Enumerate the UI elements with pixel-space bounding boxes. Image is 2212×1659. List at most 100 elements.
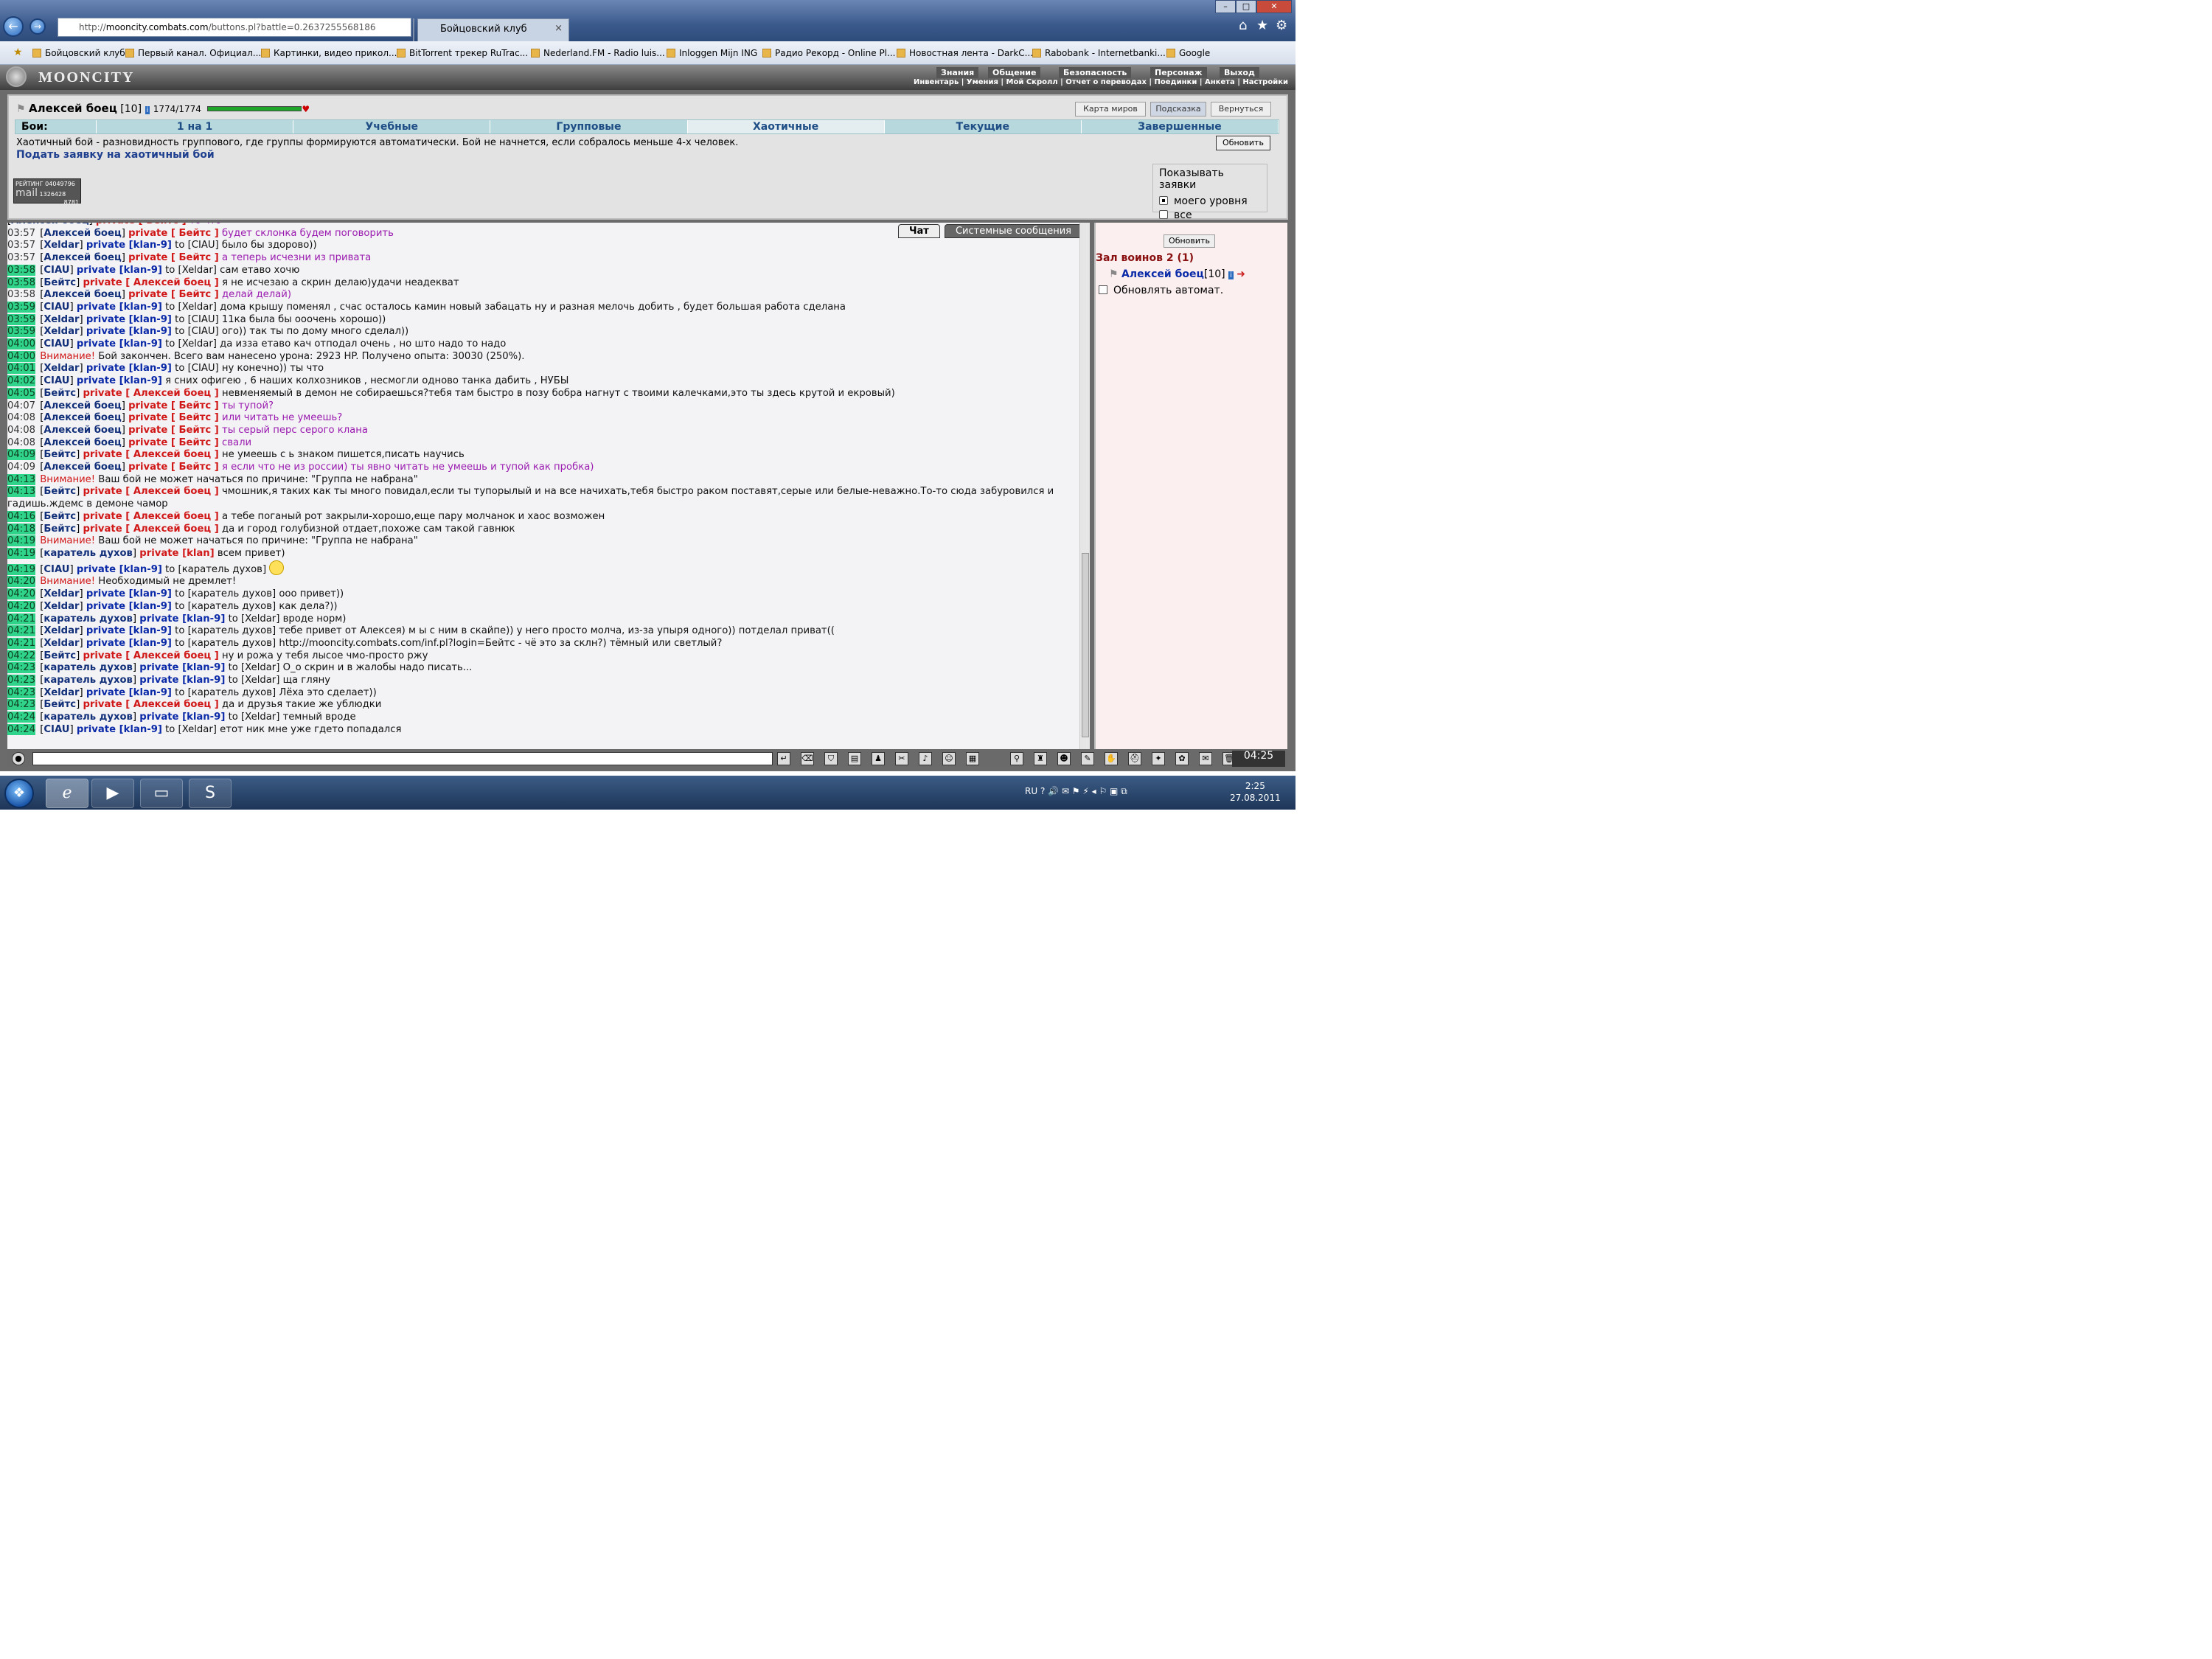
apply-chaotic-link[interactable]: Подать заявку на хаотичный бой (16, 149, 215, 161)
chat-timestamp[interactable]: 04:13 (7, 486, 36, 498)
chat-private-tag[interactable]: private [ Бейтс ] (128, 289, 219, 300)
chat-recipient[interactable]: to [каратель духов] (175, 588, 276, 599)
mask-icon[interactable]: ☻ (1057, 752, 1071, 765)
chat-timestamp[interactable]: 04:23 (7, 662, 36, 674)
chat-recipient[interactable]: to [каратель духов] (175, 638, 276, 649)
chat-private-tag[interactable]: private [klan-9] (86, 326, 172, 337)
chat-mode-icon[interactable]: ● (12, 752, 25, 765)
menu-knowledge[interactable]: Знания (936, 67, 979, 78)
chat-timestamp[interactable]: 03:59 (7, 313, 36, 325)
submenu[interactable]: Инвентарь | Умения | Мой Скролл | Отчет … (914, 78, 1288, 86)
chat-recipient[interactable]: to [CIAU] (175, 314, 219, 325)
chat-timestamp[interactable]: 04:21 (7, 613, 36, 625)
refresh-button[interactable]: Обновить (1216, 136, 1270, 150)
maximize-button[interactable]: □ (1236, 0, 1256, 13)
chat-timestamp[interactable]: 04:13 (7, 473, 36, 485)
chat-author[interactable]: Xeldar (44, 240, 79, 251)
chat-author[interactable]: каратель духов (44, 675, 133, 686)
chat-bubble-icon[interactable]: ✉ (1199, 752, 1212, 765)
chat-recipient[interactable]: to [Xeldar] (165, 338, 217, 349)
chat-recipient[interactable]: to [Xeldar] (165, 724, 217, 735)
chat-private-tag[interactable]: private [ Бейтс ] (128, 412, 219, 423)
chat-timestamp[interactable]: 03:58 (7, 289, 35, 300)
chat-private-tag[interactable]: private [ Алексей боец ] (83, 699, 218, 710)
tab-1[interactable] (413, 18, 414, 41)
chat-author[interactable]: Xeldar (44, 601, 79, 612)
helmet-icon[interactable]: ⛑ (1128, 752, 1141, 765)
option-all[interactable]: все (1159, 209, 1261, 221)
chat-author[interactable]: Xeldar (44, 625, 79, 636)
chat-author[interactable]: CIAU (44, 724, 69, 735)
chat-author[interactable]: каратель духов (44, 712, 133, 723)
chat-timestamp[interactable]: 03:57 (7, 252, 35, 263)
chat-timestamp[interactable]: 04:19 (7, 547, 36, 559)
chat-input[interactable] (32, 752, 773, 765)
language-indicator[interactable]: RU (1025, 786, 1037, 796)
tab-training[interactable]: Учебные (293, 120, 491, 133)
chat-timestamp[interactable]: 03:57 (7, 228, 35, 239)
menu-communication[interactable]: Общение (988, 67, 1041, 78)
chat-author[interactable]: CIAU (44, 302, 69, 313)
chat-author[interactable]: Алексей боец (44, 412, 121, 423)
chat-author[interactable]: Xeldar (44, 588, 79, 599)
chat-author[interactable]: Xeldar (44, 638, 79, 649)
chat-timestamp[interactable]: 04:09 (7, 462, 35, 473)
chat-recipient[interactable]: to [Xeldar] (229, 712, 280, 723)
chat-timestamp[interactable]: 04:20 (7, 576, 36, 588)
chat-timestamp[interactable]: 03:57 (7, 240, 35, 251)
send-icon[interactable]: ↵ (777, 752, 790, 765)
address-bar[interactable]: http://mooncity.combats.com/buttons.pl?b… (58, 18, 411, 37)
fav-item[interactable]: Бойцовский клуб (32, 48, 125, 58)
chat-timestamp[interactable]: 04:19 (7, 535, 36, 547)
hand-icon[interactable]: ✋ (1105, 752, 1118, 765)
fav-item[interactable]: BitTorrent трекер RuTrac... (397, 48, 528, 58)
start-button[interactable]: ❖ (4, 779, 34, 808)
chat-author[interactable]: Алексей боец (44, 437, 121, 448)
chat-timestamp[interactable]: 04:08 (7, 425, 35, 436)
chat-private-tag[interactable]: private [klan-9] (77, 564, 162, 575)
chat-author[interactable]: Xeldar (44, 687, 79, 698)
volume-icon[interactable]: 🔊 (1048, 786, 1059, 796)
favorites-star-icon[interactable]: ★ (1256, 18, 1268, 33)
hint-button[interactable]: Подсказка (1150, 102, 1206, 116)
tab-chat[interactable]: Чат (898, 224, 940, 238)
chat-timestamp[interactable]: 04:02 (7, 375, 36, 387)
chat-author[interactable]: Алексей боец (44, 289, 121, 300)
chat-private-tag[interactable]: private [klan-9] (77, 302, 162, 313)
back-icon[interactable]: ← (3, 16, 24, 37)
gear-icon[interactable]: ⚙ (1276, 18, 1287, 33)
chat-timestamp[interactable]: 04:24 (7, 723, 36, 735)
chat-private-tag[interactable]: private [ Бейтс ] (128, 437, 219, 448)
minimize-button[interactable]: – (1215, 0, 1236, 13)
taskbar-clock[interactable]: 2:25 27.08.2011 (1230, 780, 1281, 804)
chat-private-tag[interactable]: private [klan-9] (86, 601, 172, 612)
option-my-level[interactable]: моего уровня (1159, 195, 1261, 207)
fav-item[interactable]: Inloggen Mijn ING (667, 48, 757, 58)
chat-private-tag[interactable]: private [ Бейтс ] (128, 400, 219, 411)
fav-item[interactable]: Картинки, видео прикол... (261, 48, 397, 58)
chat-author[interactable]: Алексей боец (44, 462, 121, 473)
chat-private-tag[interactable]: private [klan] (139, 548, 214, 559)
tab-1v1[interactable]: 1 на 1 (97, 120, 294, 133)
chat-private-tag[interactable]: private [klan-9] (139, 712, 225, 723)
chat-timestamp[interactable]: 04:19 (7, 563, 36, 575)
chat-author[interactable]: Алексей боец (44, 252, 121, 263)
fav-item[interactable]: Nederland.FM - Radio luis... (531, 48, 665, 58)
chat-author[interactable]: каратель духов (44, 662, 133, 673)
tab-finished[interactable]: Завершенные (1082, 120, 1279, 133)
menu-character[interactable]: Персонаж (1150, 67, 1207, 78)
fav-item[interactable]: Google (1166, 48, 1210, 58)
chat-timestamp[interactable]: 03:58 (7, 276, 36, 288)
music-icon[interactable]: ♪ (919, 752, 932, 765)
chat-author[interactable]: Алексей боец (44, 228, 121, 239)
chat-author[interactable]: Xeldar (44, 363, 79, 374)
auto-refresh-checkbox[interactable] (1099, 285, 1107, 294)
person-icon[interactable]: ♟ (872, 752, 885, 765)
chat-recipient[interactable]: to [CIAU] (175, 363, 219, 374)
chat-author[interactable]: Бейтс (44, 449, 76, 460)
chat-recipient[interactable]: to [Xeldar] (229, 662, 280, 673)
chat-private-tag[interactable]: private [ Алексей боец ] (83, 388, 218, 399)
chat-private-tag[interactable]: private [klan-9] (86, 625, 172, 636)
tools-icon[interactable]: ✂ (895, 752, 908, 765)
chat-private-tag[interactable]: private [ Алексей боец ] (83, 486, 218, 497)
